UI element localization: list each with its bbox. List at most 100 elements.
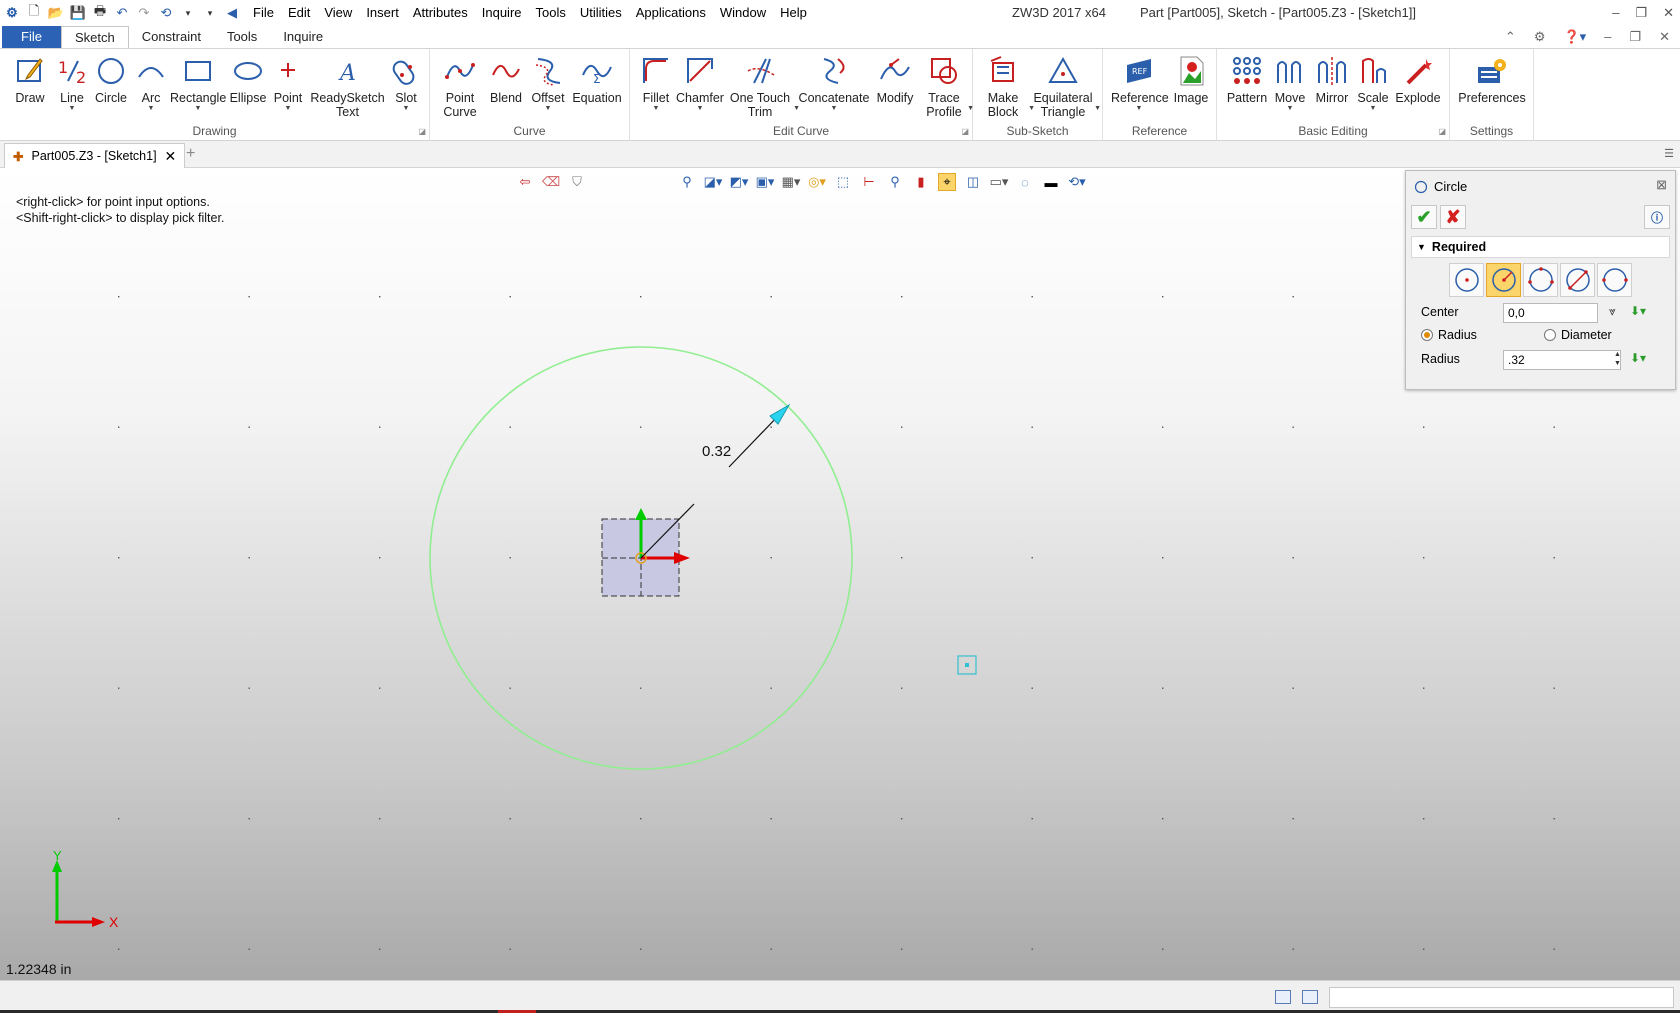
shading-icon[interactable]: ◩▾ bbox=[730, 173, 749, 191]
point-dropdown-icon[interactable]: ▼ bbox=[270, 105, 306, 113]
diameter-option[interactable]: Diameter bbox=[1544, 328, 1612, 342]
pattern-tool-button[interactable]: Pattern bbox=[1225, 55, 1269, 105]
undo-icon[interactable]: ↶ bbox=[114, 5, 130, 21]
close-tab-icon[interactable]: ✕ bbox=[165, 148, 177, 165]
concatenate-dropdown-icon[interactable]: ▼ bbox=[798, 105, 870, 113]
rotate-view-icon[interactable]: ⟲▾ bbox=[1068, 173, 1086, 191]
menu-applications[interactable]: Applications bbox=[629, 0, 713, 26]
one-touch-trim-tool-button[interactable]: One Touch Trim ▼ bbox=[728, 55, 800, 119]
dimension-icon[interactable]: ⊢ bbox=[860, 173, 878, 191]
app-logo-icon[interactable]: ⚙ bbox=[4, 5, 20, 21]
three-point-method-button[interactable] bbox=[1523, 263, 1558, 297]
tangent-method-button[interactable] bbox=[1597, 263, 1632, 297]
triangle-dropdown-icon[interactable]: ▼ bbox=[1094, 105, 1101, 113]
offset-dropdown-icon[interactable]: ▼ bbox=[528, 105, 568, 113]
menu-attributes[interactable]: Attributes bbox=[406, 0, 475, 26]
status-view-icon[interactable] bbox=[1275, 990, 1291, 1004]
cancel-x-button[interactable]: ✘ bbox=[1440, 205, 1466, 229]
arc-dropdown-icon[interactable]: ▼ bbox=[135, 105, 167, 113]
two-point-method-button[interactable] bbox=[1560, 263, 1595, 297]
readysketch-text-tool-button[interactable]: A ReadySketch Text bbox=[310, 55, 385, 119]
new-tab-plus-icon[interactable]: + bbox=[186, 145, 195, 163]
restore-icon[interactable]: ❐ bbox=[1635, 0, 1647, 26]
tab-constraint[interactable]: Constraint bbox=[129, 26, 214, 48]
center-options-icon[interactable]: ⩔ bbox=[1609, 304, 1616, 319]
concatenate-tool-button[interactable]: Concatenate ▼ bbox=[798, 55, 870, 113]
status-list-icon[interactable] bbox=[1302, 990, 1318, 1004]
center-pick-icon[interactable]: ⬇▾ bbox=[1630, 304, 1646, 318]
preferences-tool-button[interactable]: Preferences bbox=[1458, 55, 1526, 105]
redo-icon[interactable]: ↷ bbox=[136, 5, 152, 21]
view-layout-icon[interactable]: ▣▾ bbox=[756, 173, 775, 191]
exit-sketch-icon[interactable]: ⇦ bbox=[516, 173, 534, 191]
circle-tool-button[interactable]: Circle bbox=[93, 55, 129, 105]
required-section-header[interactable]: ▼ Required bbox=[1411, 236, 1670, 258]
arrow-left-icon[interactable]: ◀ bbox=[224, 5, 240, 21]
center-input[interactable] bbox=[1503, 303, 1598, 323]
eraser-icon[interactable]: ⌫ bbox=[542, 173, 560, 191]
doc-minimize-icon[interactable]: ‒ bbox=[1604, 26, 1611, 48]
menu-edit[interactable]: Edit bbox=[281, 0, 317, 26]
radius-option[interactable]: Radius bbox=[1421, 328, 1477, 342]
center-point-method-button[interactable] bbox=[1449, 263, 1484, 297]
point-curve-tool-button[interactable]: Point Curve bbox=[438, 55, 482, 119]
draw-tool-button[interactable]: Draw bbox=[10, 55, 50, 105]
blend-tool-button[interactable]: Blend bbox=[488, 55, 524, 105]
menu-insert[interactable]: Insert bbox=[359, 0, 406, 26]
offset-tool-button[interactable]: Offset ▼ bbox=[528, 55, 568, 113]
modify-tool-button[interactable]: Modify bbox=[872, 55, 918, 105]
minimize-icon[interactable]: ‒ bbox=[1612, 0, 1619, 26]
line-dropdown-icon[interactable]: ▼ bbox=[52, 105, 92, 113]
scale-tool-button[interactable]: Scale ▼ bbox=[1355, 55, 1391, 113]
menu-tools[interactable]: Tools bbox=[529, 0, 573, 26]
pick-filter-icon[interactable]: ⛉ bbox=[568, 173, 586, 191]
tab-list-dropdown-icon[interactable]: ☰ bbox=[1664, 147, 1674, 160]
rectangle-tool-button[interactable]: Rectangle ▼ bbox=[170, 55, 226, 113]
menu-window[interactable]: Window bbox=[713, 0, 773, 26]
drawing-launcher-icon[interactable]: ◪ bbox=[418, 127, 426, 136]
collapse-ribbon-icon[interactable]: ⌃ bbox=[1505, 26, 1516, 48]
render-mode-icon[interactable]: ▭▾ bbox=[990, 173, 1009, 191]
fillet-tool-button[interactable]: Fillet ▼ bbox=[636, 55, 676, 113]
tab-inquire[interactable]: Inquire bbox=[270, 26, 336, 48]
customize-qat-icon[interactable]: ▾ bbox=[202, 5, 218, 21]
center-radius-method-button[interactable] bbox=[1486, 263, 1521, 297]
move-tool-button[interactable]: Move ▼ bbox=[1271, 55, 1309, 113]
explode-tool-button[interactable]: Explode bbox=[1393, 55, 1443, 105]
fillet-dropdown-icon[interactable]: ▼ bbox=[636, 105, 676, 113]
arc-tool-button[interactable]: Arc ▼ bbox=[135, 55, 167, 113]
print-icon[interactable]: 🖶 bbox=[92, 3, 108, 21]
mirror-tool-button[interactable]: Mirror bbox=[1311, 55, 1353, 105]
ok-checkmark-button[interactable]: ✔ bbox=[1411, 205, 1437, 229]
line-tool-button[interactable]: 12 Line ▼ bbox=[52, 55, 92, 113]
settings-gear-icon[interactable]: ⚙ bbox=[1534, 26, 1546, 48]
snap-icon[interactable]: ◎▾ bbox=[808, 173, 826, 191]
panel-close-icon[interactable]: ⊠ bbox=[1656, 177, 1667, 193]
menu-view[interactable]: View bbox=[317, 0, 359, 26]
image-tool-button[interactable]: Image bbox=[1171, 55, 1211, 105]
grid-icon[interactable]: ▦▾ bbox=[782, 173, 801, 191]
dashed-circle-icon[interactable]: ◌ bbox=[1016, 173, 1034, 191]
chamfer-tool-button[interactable]: Chamfer ▼ bbox=[674, 55, 726, 113]
slot-tool-button[interactable]: Slot ▼ bbox=[388, 55, 424, 113]
regen-icon[interactable]: ⟲ bbox=[158, 5, 174, 21]
save-icon[interactable]: 💾 bbox=[70, 5, 86, 21]
doc-close-icon[interactable]: ✕ bbox=[1659, 26, 1670, 48]
scale-dropdown-icon[interactable]: ▼ bbox=[1355, 105, 1391, 113]
point-tool-button[interactable]: Point ▼ bbox=[270, 55, 306, 113]
equilateral-triangle-tool-button[interactable]: Equilateral Triangle ▼ bbox=[1031, 55, 1101, 119]
rectangle-dropdown-icon[interactable]: ▼ bbox=[170, 105, 226, 113]
radius-pick-icon[interactable]: ⬇▾ bbox=[1630, 351, 1646, 365]
constraint-icon[interactable]: ⚲ bbox=[886, 173, 904, 191]
tab-sketch[interactable]: Sketch bbox=[60, 26, 129, 48]
move-dropdown-icon[interactable]: ▼ bbox=[1271, 105, 1309, 113]
doc-restore-icon[interactable]: ❐ bbox=[1629, 26, 1641, 48]
wand-icon[interactable]: ⚲ bbox=[678, 173, 696, 191]
color-bars-icon[interactable]: ▮ bbox=[912, 173, 930, 191]
tab-tools[interactable]: Tools bbox=[214, 26, 270, 48]
chamfer-dropdown-icon[interactable]: ▼ bbox=[674, 105, 726, 113]
reference-dropdown-icon[interactable]: ▼ bbox=[1111, 105, 1167, 113]
document-tab[interactable]: ✚ Part005.Z3 - [Sketch1] ✕ bbox=[4, 143, 186, 168]
radius-spinner-icon[interactable]: ▲ ▼ bbox=[1614, 350, 1621, 368]
trace-profile-tool-button[interactable]: Trace Profile ▼ bbox=[920, 55, 974, 119]
